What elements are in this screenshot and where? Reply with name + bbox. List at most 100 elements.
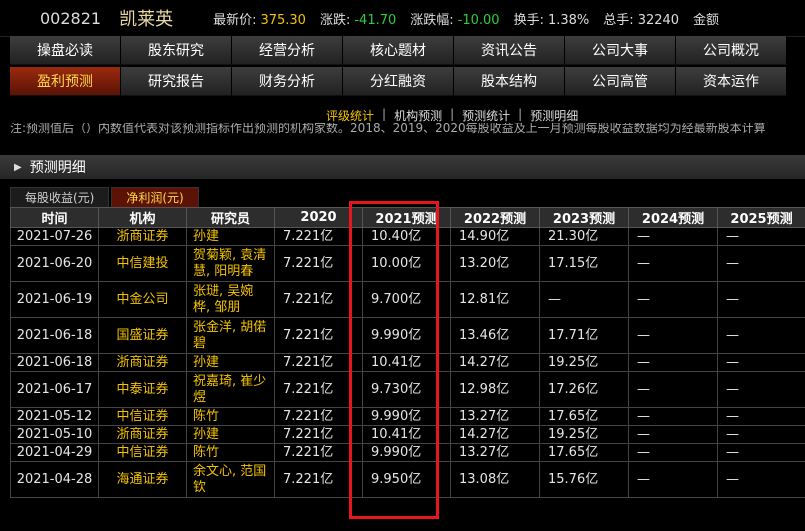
institution-link[interactable]: 中信证券 [98, 443, 187, 462]
value-cell: 7.221亿 [274, 317, 363, 354]
column-header[interactable]: 研究员 [186, 207, 275, 228]
column-header[interactable]: 机构 [98, 207, 187, 228]
value-cell: 7.221亿 [274, 227, 363, 246]
analyst-link[interactable]: 张琎, 吴婉桦, 邹朋 [186, 281, 275, 318]
nav-button[interactable]: 分红融资 [343, 67, 454, 96]
table-row: 2021-06-19 中金公司 张琎, 吴婉桦, 邹朋 7.221亿 9.700亿 12.… [10, 281, 805, 318]
analyst-link[interactable]: 孙建 [186, 227, 275, 246]
institution-link[interactable]: 中金公司 [98, 281, 187, 318]
stock-name: 凯莱英 [119, 9, 174, 30]
subnav-link[interactable]: 预测统计 [462, 107, 510, 124]
value-cell: 7.221亿 [274, 461, 363, 498]
analyst-link[interactable]: 张金洋, 胡偌碧 [186, 317, 275, 354]
institution-link[interactable]: 浙商证券 [98, 353, 187, 372]
nav-button[interactable]: 经营分析 [232, 36, 343, 65]
subnav-link[interactable]: 机构预测 [394, 107, 442, 124]
value-cell: 9.950亿 [362, 461, 451, 498]
value-cell: — [628, 371, 718, 408]
value-cell: — [717, 461, 805, 498]
value-cell: 10.00亿 [362, 245, 451, 282]
institution-link[interactable]: 中信建投 [98, 245, 187, 282]
value-cell: — [628, 443, 718, 462]
value-cell: 13.27亿 [450, 407, 540, 426]
institution-link[interactable]: 海通证券 [98, 461, 187, 498]
institution-link[interactable]: 中泰证券 [98, 371, 187, 408]
quote-item: 涨跌幅: -10.00 [410, 9, 499, 28]
nav-button[interactable]: 公司大事 [565, 36, 676, 65]
value-cell: 17.71亿 [539, 317, 629, 354]
column-header[interactable]: 2022预测 [450, 207, 540, 228]
table-row: 2021-04-29 中信证券 陈竹 7.221亿 9.990亿 13.27亿 17.65亿… [10, 443, 805, 462]
subnav-link[interactable]: 评级统计 [326, 107, 374, 124]
institution-link[interactable]: 浙商证券 [98, 425, 187, 444]
quote-item: 最新价: 375.30 [213, 9, 306, 28]
subnav-separator: | [518, 107, 523, 121]
collapse-triangle-icon[interactable]: ▶ [14, 162, 22, 173]
value-cell: 9.990亿 [362, 407, 451, 426]
nav-button[interactable]: 公司概况 [676, 36, 787, 65]
value-cell: 7.221亿 [274, 407, 363, 426]
date-cell: 2021-06-17 [10, 371, 99, 408]
nav-button[interactable]: 财务分析 [232, 67, 343, 96]
table-row: 2021-07-26 浙商证券 孙建 7.221亿 10.40亿 14.90亿 21.30亿… [10, 227, 805, 246]
quote-label: 金额 [693, 12, 720, 28]
value-cell: 12.81亿 [450, 281, 540, 318]
column-header[interactable]: 2020 [274, 207, 363, 228]
analyst-link[interactable]: 陈竹 [186, 443, 275, 462]
quote-value: 32240 [637, 12, 680, 28]
value-cell: 17.15亿 [539, 245, 629, 282]
metric-tab[interactable]: 净利润(元) [111, 187, 199, 207]
value-cell: 7.221亿 [274, 245, 363, 282]
value-cell: 13.20亿 [450, 245, 540, 282]
column-header[interactable]: 2024预测 [628, 207, 718, 228]
metric-tabs: 每股收益(元) 净利润(元) [10, 187, 199, 207]
column-header[interactable]: 2021预测 [362, 207, 451, 228]
table-header-row: 时间 机构 研究员 2020 2021预测 2022预测 2023预测 2024预测 2025预… [10, 207, 805, 228]
subnav-link[interactable]: 预测明细 [530, 107, 578, 124]
analyst-link[interactable]: 孙建 [186, 353, 275, 372]
value-cell: — [717, 425, 805, 444]
nav-button[interactable]: 资本运作 [676, 67, 787, 96]
value-cell: — [717, 227, 805, 246]
value-cell: 17.65亿 [539, 407, 629, 426]
quote-label: 总手: [603, 12, 634, 28]
column-header[interactable]: 2023预测 [539, 207, 629, 228]
analyst-link[interactable]: 祝嘉琦, 崔少煜 [186, 371, 275, 408]
analyst-link[interactable]: 贺菊颖, 袁清慧, 阳明春 [186, 245, 275, 282]
nav-button[interactable]: 盈利预测 [10, 67, 121, 96]
value-cell: — [628, 317, 718, 354]
institution-link[interactable]: 中信证券 [98, 407, 187, 426]
nav-button[interactable]: 研究报告 [121, 67, 232, 96]
date-cell: 2021-06-18 [10, 317, 99, 354]
date-cell: 2021-07-26 [10, 227, 99, 246]
column-header[interactable]: 2025预测 [717, 207, 805, 228]
nav-button[interactable]: 操盘必读 [10, 36, 121, 65]
analyst-link[interactable]: 余文心, 范国钦 [186, 461, 275, 498]
column-header[interactable]: 时间 [10, 207, 99, 228]
metric-tab[interactable]: 每股收益(元) [10, 187, 110, 207]
table-row: 2021-05-10 浙商证券 孙建 7.221亿 10.41亿 14.27亿 19.25亿… [10, 425, 805, 444]
analyst-link[interactable]: 孙建 [186, 425, 275, 444]
date-cell: 2021-05-12 [10, 407, 99, 426]
quote-label: 涨跌幅: [410, 12, 454, 28]
quote-label: 最新价: [213, 12, 257, 28]
nav-button[interactable]: 股东研究 [121, 36, 232, 65]
value-cell: 10.41亿 [362, 353, 451, 372]
value-cell: 9.990亿 [362, 317, 451, 354]
nav-button[interactable]: 公司高管 [565, 67, 676, 96]
analyst-link[interactable]: 陈竹 [186, 407, 275, 426]
institution-link[interactable]: 浙商证券 [98, 227, 187, 246]
nav-button[interactable]: 核心题材 [343, 36, 454, 65]
value-cell: — [717, 371, 805, 408]
value-cell: 14.27亿 [450, 353, 540, 372]
institution-link[interactable]: 国盛证券 [98, 317, 187, 354]
nav-button[interactable]: 股本结构 [454, 67, 565, 96]
note-text: 注:预测值后（）内数值代表对该预测指标作出预测的机构家数。2018、2019、2… [10, 123, 766, 135]
value-cell: 7.221亿 [274, 425, 363, 444]
value-cell: 10.40亿 [362, 227, 451, 246]
nav-button[interactable]: 资讯公告 [454, 36, 565, 65]
quote-item: 换手: 1.38% [514, 9, 590, 28]
value-cell: — [717, 407, 805, 426]
value-cell: — [628, 353, 718, 372]
nav-row-1: 操盘必读 股东研究 经营分析 核心题材 资讯公告 公司大事 公司概况 [10, 36, 805, 66]
